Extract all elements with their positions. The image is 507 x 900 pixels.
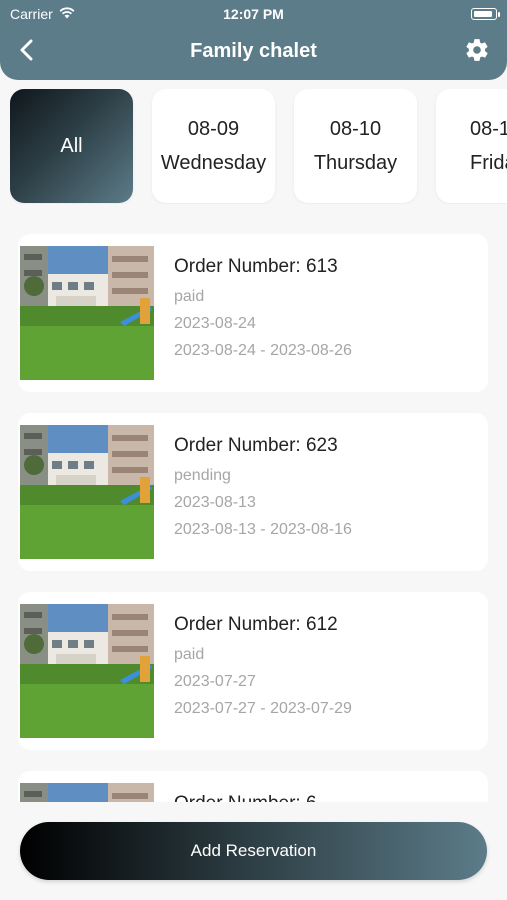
filter-chip-date[interactable]: 08-10 Thursday [294,89,417,203]
order-card[interactable]: Order Number: 612 paid 2023-07-27 2023-0… [18,592,488,750]
order-date: 2023-08-13 [174,494,256,511]
order-date-range: 2023-07-27 - 2023-07-29 [174,700,352,717]
order-status: paid [174,288,205,305]
order-info: Order Number: 623 pending 2023-08-13 202… [174,435,352,539]
gear-icon [464,37,490,68]
filter-chip-label: All [60,135,83,157]
chalet-photo [20,604,154,738]
order-info: Order Number: 613 paid 2023-08-24 2023-0… [174,256,352,360]
order-number: Order Number: 613 [174,256,338,277]
header-bar: Carrier 12:07 PM Family chalet [0,0,507,80]
order-info: Order Number: 6 [174,793,317,802]
filter-chip-all[interactable]: All [10,89,133,203]
order-card[interactable]: Order Number: 6 [18,771,488,802]
chalet-photo [20,246,154,380]
chip-day: Wednesday [160,152,267,174]
order-status: pending [174,467,231,484]
order-date-range: 2023-08-13 - 2023-08-16 [174,521,352,538]
status-bar: Carrier 12:07 PM [0,6,507,24]
order-card[interactable]: Order Number: 613 paid 2023-08-24 2023-0… [18,234,488,392]
add-reservation-label: Add Reservation [190,841,317,860]
date-filter-bar: All 08-09 Wednesday 08-10 Thursday 08-1 … [10,89,507,204]
chip-date: 08-10 [329,118,382,140]
order-number: Order Number: 6 [174,793,317,802]
add-reservation-button[interactable]: Add Reservation [20,822,487,880]
filter-chip-date[interactable]: 08-1 Frida [436,89,507,203]
filter-chip-date[interactable]: 08-09 Wednesday [152,89,275,203]
order-status: paid [174,646,205,663]
status-time: 12:07 PM [223,6,284,22]
order-info: Order Number: 612 paid 2023-07-27 2023-0… [174,614,352,718]
chip-date: 08-1 [470,118,507,140]
order-card[interactable]: Order Number: 623 pending 2023-08-13 202… [18,413,488,571]
battery-icon [471,8,500,20]
navigation-bar: Family chalet [0,34,507,72]
order-date-range: 2023-08-24 - 2023-08-26 [174,342,352,359]
chalet-photo [20,425,154,559]
order-date: 2023-07-27 [174,673,256,690]
order-number: Order Number: 623 [174,435,338,456]
settings-button[interactable] [461,36,493,68]
order-date: 2023-08-24 [174,315,256,332]
chalet-photo [20,783,154,802]
order-number: Order Number: 612 [174,614,338,635]
order-list: Order Number: 613 paid 2023-08-24 2023-0… [0,234,507,802]
chip-day: Frida [470,152,507,174]
chip-day: Thursday [313,152,398,174]
page-title: Family chalet [190,40,317,62]
chip-date: 08-09 [187,118,240,140]
